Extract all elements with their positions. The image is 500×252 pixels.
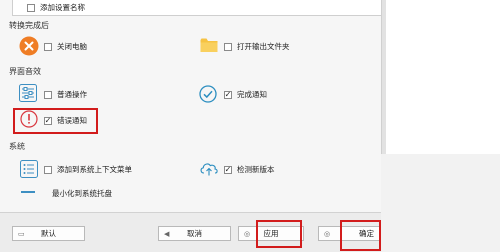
default-icon: ▭ (18, 229, 25, 238)
section-title-after-convert: 转换完成后 (9, 21, 49, 30)
context-menu-option[interactable]: 添加到系统上下文菜单 (44, 164, 132, 175)
open-folder-checkbox[interactable] (224, 42, 232, 51)
normal-op-label: 普通操作 (57, 90, 87, 99)
shutdown-option[interactable]: 关闭电脑 (44, 41, 87, 52)
complete-notice-label: 完成通知 (237, 90, 267, 99)
complete-notice-option[interactable]: ✓ 完成通知 (224, 89, 267, 100)
highlight-error-notice (13, 108, 98, 134)
top-item-checkbox[interactable] (27, 3, 35, 12)
cancel-button-label: 取消 (187, 229, 202, 238)
minimize-icon (21, 191, 35, 193)
back-arrow-icon: ◀ (164, 229, 170, 238)
bottom-button-bar: ▭ 默认 ◀ 取消 ◎ 应用 ◎ 确定 (0, 212, 381, 252)
settings-panel: 添加设置名称 转换完成后 关闭电脑 打开输出文件夹 界面音效 普通操作 ✓ 完成… (0, 0, 382, 212)
check-update-option[interactable]: ✓ 检测新版本 (224, 164, 275, 175)
shutdown-label: 关闭电脑 (57, 42, 87, 51)
normal-op-option[interactable]: 普通操作 (44, 89, 87, 100)
minimize-tray-option[interactable]: 最小化到系统托盘 (52, 188, 112, 199)
check-circle-icon (199, 85, 217, 103)
open-folder-option[interactable]: 打开输出文件夹 (224, 41, 290, 52)
cloud-update-icon (200, 163, 218, 176)
top-list-item[interactable]: 添加设置名称 (12, 0, 382, 16)
shutdown-icon (19, 36, 39, 56)
normal-op-checkbox[interactable] (44, 90, 52, 99)
context-menu-label: 添加到系统上下文菜单 (57, 165, 132, 174)
shutdown-checkbox[interactable] (44, 42, 52, 51)
apply-icon: ◎ (244, 229, 251, 238)
sliders-icon (19, 84, 37, 102)
default-button-label: 默认 (41, 229, 56, 238)
section-title-system: 系统 (9, 142, 25, 151)
section-title-sound: 界面音效 (9, 67, 41, 76)
right-blank-area (386, 0, 500, 154)
check-update-label: 检测新版本 (237, 165, 275, 174)
list-menu-icon (20, 160, 38, 178)
cancel-button[interactable]: ◀ 取消 (158, 226, 231, 241)
default-button[interactable]: ▭ 默认 (12, 226, 85, 241)
minimize-tray-label: 最小化到系统托盘 (52, 189, 112, 198)
complete-notice-checkbox[interactable]: ✓ (224, 90, 232, 99)
folder-icon (200, 38, 218, 52)
ok-icon: ◎ (324, 229, 331, 238)
highlight-ok (340, 220, 381, 251)
highlight-apply (256, 220, 302, 248)
context-menu-checkbox[interactable] (44, 165, 52, 174)
check-update-checkbox[interactable]: ✓ (224, 165, 232, 174)
open-folder-label: 打开输出文件夹 (237, 42, 290, 51)
top-item-label: 添加设置名称 (40, 3, 85, 12)
